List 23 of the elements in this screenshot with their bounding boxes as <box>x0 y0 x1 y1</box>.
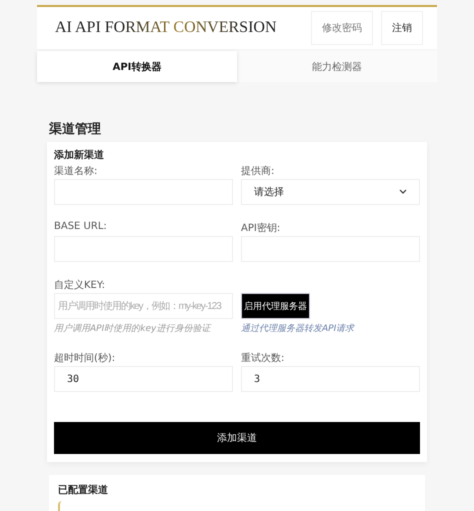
form-title: 添加新渠道 <box>54 148 105 162</box>
tab[interactable]: API转换器 <box>37 51 237 82</box>
tab[interactable]: 能力检测器 <box>237 51 437 82</box>
add-channel-button[interactable]: 添加渠道 <box>54 422 420 454</box>
header-button[interactable]: 注销 <box>381 11 423 45</box>
field-label: 自定义KEY: <box>54 278 106 290</box>
header-button[interactable]: 修改密码 <box>311 11 373 45</box>
field-hint: 用户调用API时使用的key进行身份验证 <box>54 322 212 335</box>
provider-select[interactable]: 请选择 <box>241 179 420 205</box>
field-label: 渠道名称: <box>54 164 98 176</box>
input-field[interactable]: 用户调用时使用的key，例如：my-key-123 <box>54 293 233 319</box>
field-label: 超时时间(秒): <box>54 352 116 363</box>
section-title: 渠道管理 <box>48 120 102 139</box>
field-hint: 通过代理服务器转发API请求 <box>241 322 356 335</box>
field-label: 重试次数: <box>241 352 286 363</box>
field-label: BASE URL: <box>54 221 108 233</box>
chevron-down-icon <box>399 189 407 195</box>
proxy-toggle-button[interactable]: 启用代理服务器 <box>241 293 310 319</box>
card-title: 已配置渠道 <box>58 484 109 497</box>
input-field[interactable]: 30 <box>54 366 233 392</box>
field-label: 提供商: <box>241 164 276 176</box>
field-label: API密钥: <box>241 222 282 233</box>
input-field[interactable]: 3 <box>241 366 420 392</box>
